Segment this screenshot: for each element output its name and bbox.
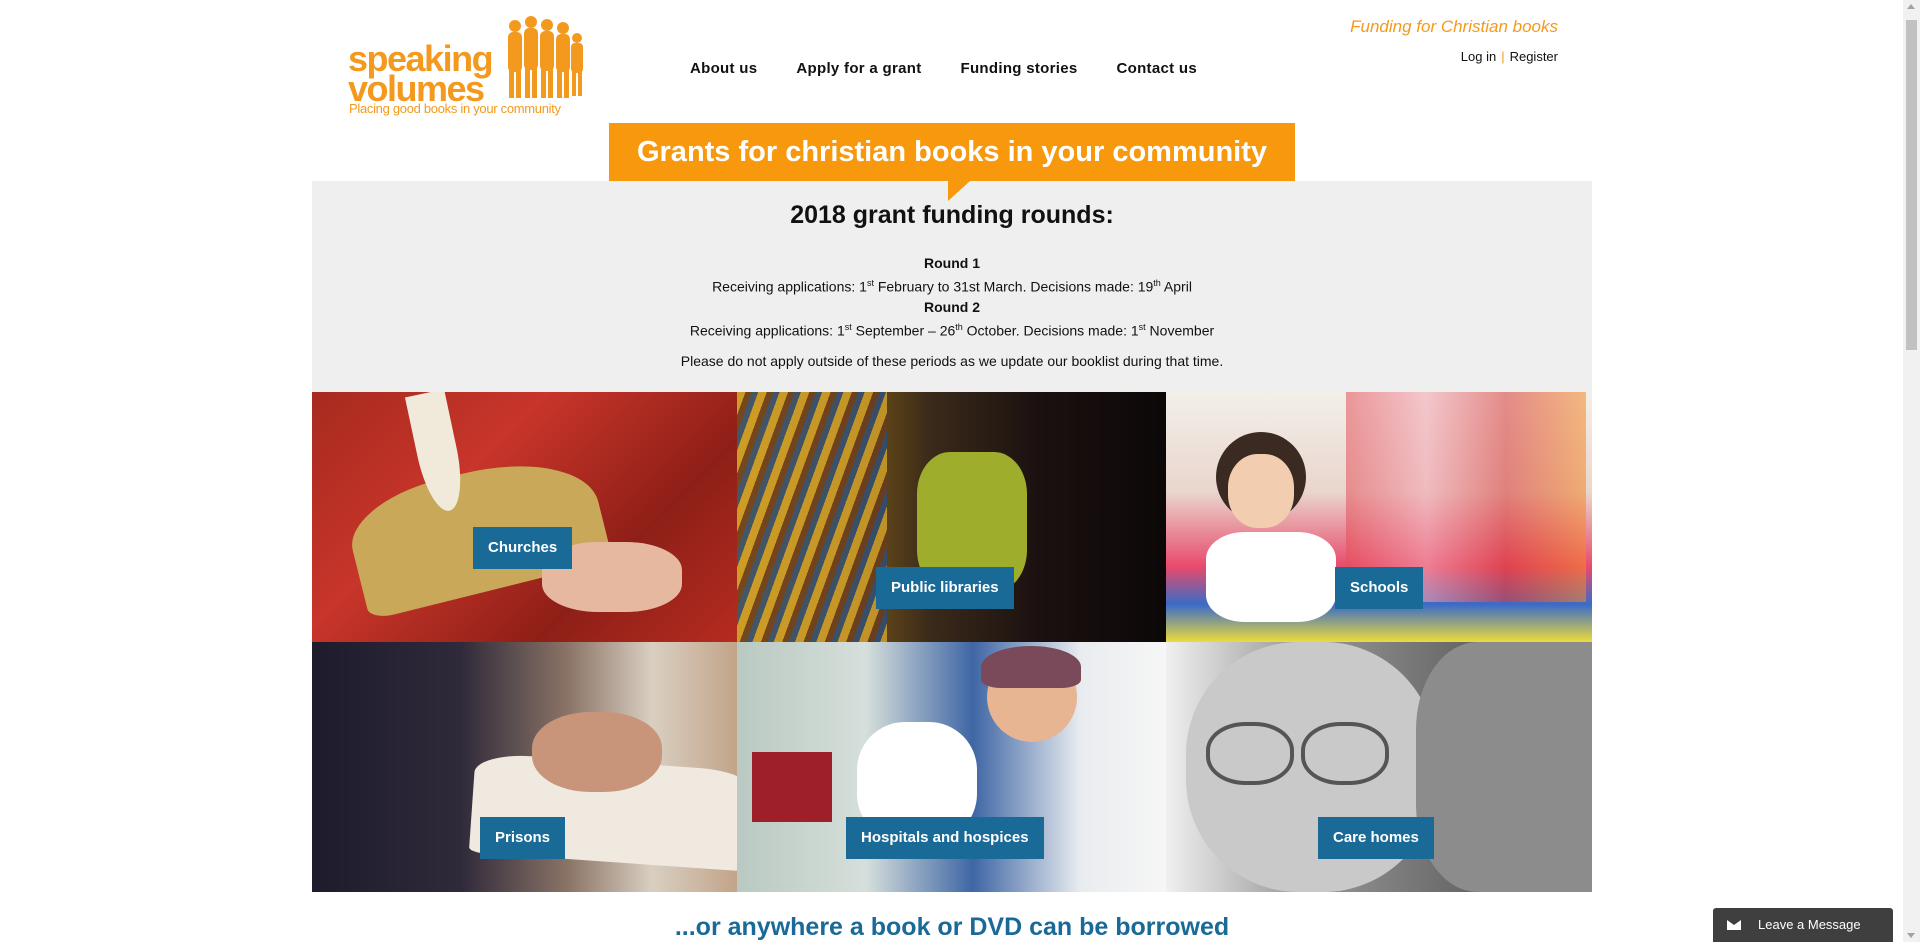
- login-link[interactable]: Log in: [1461, 49, 1496, 64]
- main-nav: About us Apply for a grant Funding stori…: [690, 60, 1236, 77]
- logo-wordmark: speaking volumes: [348, 41, 494, 109]
- schools-button[interactable]: Schools: [1335, 567, 1424, 609]
- round-2-title: Round 2: [924, 298, 980, 315]
- tile-schools[interactable]: Schools: [1166, 392, 1592, 642]
- hospitals-hospices-button[interactable]: Hospitals and hospices: [846, 817, 1044, 859]
- nav-apply-for-grant[interactable]: Apply for a grant: [796, 60, 921, 77]
- grants-banner: Grants for christian books in your commu…: [609, 123, 1295, 181]
- envelope-icon: [1727, 920, 1741, 930]
- logo-line-2: volumes: [348, 68, 485, 109]
- nav-contact-us[interactable]: Contact us: [1117, 60, 1198, 77]
- auth-separator: |: [1501, 49, 1505, 64]
- tile-care-homes[interactable]: Care homes: [1166, 642, 1592, 892]
- prisons-button[interactable]: Prisons: [480, 817, 566, 859]
- red-book-image: [752, 752, 832, 822]
- glasses-right-image: [1301, 722, 1389, 785]
- tile-prisons[interactable]: Prisons: [312, 642, 737, 892]
- round-1-title: Round 1: [924, 255, 980, 271]
- nav-about-us[interactable]: About us: [690, 60, 757, 77]
- nav-funding-stories[interactable]: Funding stories: [961, 60, 1078, 77]
- round-2-details: Receiving applications: 1st September – …: [689, 321, 1215, 339]
- auth-links: Log in | Register: [1461, 49, 1558, 64]
- scroll-down-arrow-icon[interactable]: [1907, 933, 1915, 938]
- page-scrollbar[interactable]: [1903, 0, 1920, 942]
- glasses-left-image: [1206, 722, 1294, 785]
- scroll-up-arrow-icon[interactable]: [1907, 4, 1915, 9]
- people-silhouette-icon: [508, 16, 583, 98]
- banner-pointer: [948, 181, 970, 201]
- churches-button[interactable]: Churches: [473, 527, 573, 569]
- borrow-tagline: ...or anywhere a book or DVD can be borr…: [674, 913, 1230, 941]
- funding-rounds-heading: 2018 grant funding rounds:: [790, 201, 1114, 229]
- site-logo[interactable]: speaking volumes Placing good books in y…: [348, 16, 588, 122]
- leave-message-label: Leave a Message: [1758, 917, 1861, 932]
- round-1-details: Receiving applications: 1st February to …: [712, 278, 1192, 295]
- care-homes-button[interactable]: Care homes: [1318, 817, 1434, 859]
- funding-info-panel: 2018 grant funding rounds: Round 1 Recei…: [312, 181, 1592, 392]
- tile-public-libraries[interactable]: Public libraries: [737, 392, 1166, 642]
- header-tagline: Funding for Christian books: [1350, 17, 1558, 36]
- public-libraries-button[interactable]: Public libraries: [876, 567, 1014, 609]
- scrollbar-thumb[interactable]: [1906, 20, 1917, 350]
- child-shirt-image: [1206, 532, 1336, 622]
- category-grid: Churches Public libraries Schools Prison…: [312, 392, 1592, 892]
- child-face-image: [1228, 454, 1294, 528]
- funding-note: Please do not apply outside of these per…: [680, 353, 1224, 369]
- leave-message-widget[interactable]: Leave a Message: [1713, 908, 1893, 942]
- bookshelf-image: [737, 392, 887, 642]
- register-link[interactable]: Register: [1510, 49, 1558, 64]
- child-face-image: [1416, 642, 1592, 892]
- hand-image: [532, 712, 662, 792]
- logo-tagline: Placing good books in your community: [349, 101, 561, 116]
- funding-rounds-text: Round 1 Receiving applications: 1st Febr…: [312, 253, 1592, 340]
- tile-hospitals[interactable]: Hospitals and hospices: [737, 642, 1166, 892]
- tile-churches[interactable]: Churches: [312, 392, 737, 642]
- headscarf-image: [981, 646, 1081, 688]
